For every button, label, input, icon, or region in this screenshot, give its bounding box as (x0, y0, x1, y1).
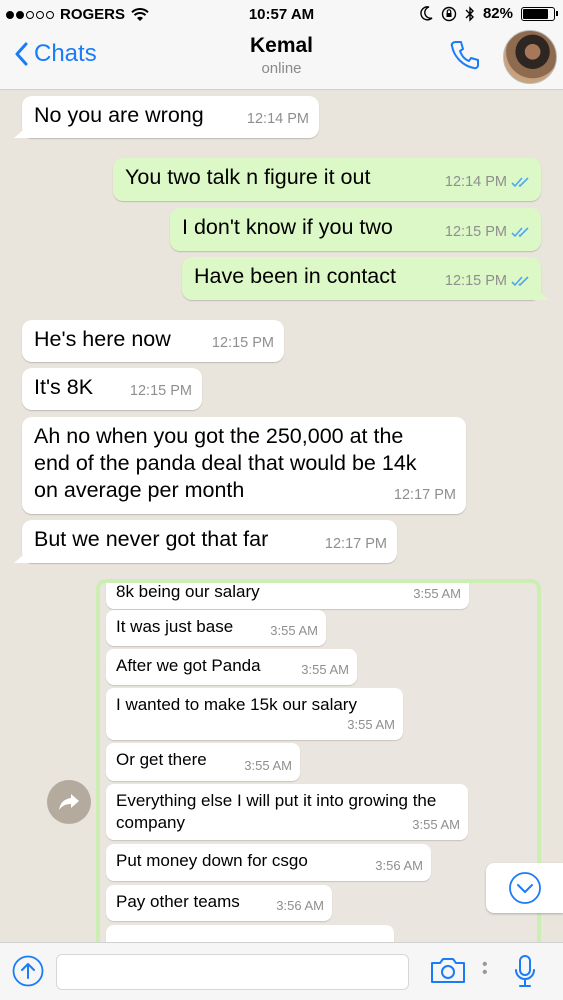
camera-icon[interactable] (430, 956, 466, 984)
image-message (106, 925, 394, 942)
battery-icon (521, 6, 558, 21)
battery-percent: 82% (482, 5, 513, 22)
message-incoming[interactable]: It's 8K 12:15 PM (22, 368, 202, 410)
image-message: I wanted to make 15k our salary 3:55 AM (106, 688, 403, 740)
read-ticks-icon (511, 227, 529, 238)
image-message-time: 3:55 AM (244, 758, 292, 773)
moon-icon (420, 6, 433, 21)
read-ticks-icon (511, 276, 529, 287)
shared-image[interactable]: 8k being our salary 3:55 AM It was just … (96, 579, 541, 942)
image-message-text: Or get there (116, 750, 207, 769)
orientation-lock-icon (441, 6, 457, 21)
image-message-text: Pay other teams (116, 892, 240, 911)
image-message-text: Put money down for csgo (116, 851, 308, 870)
message-time: 12:17 PM (324, 536, 387, 552)
image-message-time: 3:55 AM (347, 717, 395, 732)
image-message-text: Everything else I will put it into growi… (116, 791, 437, 832)
image-message: Or get there 3:55 AM (106, 743, 300, 781)
read-ticks-icon (511, 177, 529, 188)
status-bar: ROGERS 10:57 AM 82% (0, 0, 563, 30)
battery-level (523, 8, 548, 19)
image-message-time: 3:56 AM (276, 898, 324, 913)
image-message-text: It was just base (116, 617, 234, 636)
image-message-time: 3:55 AM (412, 817, 460, 832)
scroll-to-bottom-button[interactable] (486, 863, 563, 913)
image-message-text: After we got Panda (116, 656, 261, 675)
message-incoming[interactable]: Ah no when you got the 250,000 at the en… (22, 417, 466, 514)
image-message-time: 3:55 AM (301, 662, 349, 677)
forward-icon (59, 794, 79, 810)
message-time: 12:15 PM (129, 383, 192, 399)
message-incoming[interactable]: But we never got that far 12:17 PM (22, 520, 397, 563)
message-text: Ah no when you got the 250,000 at the en… (34, 424, 417, 502)
message-time: 12:15 PM (444, 273, 507, 289)
message-time: 12:14 PM (246, 111, 309, 127)
image-message: It was just base 3:55 AM (106, 610, 326, 646)
message-list[interactable]: No you are wrong 12:14 PM You two talk n… (0, 90, 563, 942)
avatar[interactable] (503, 30, 557, 84)
message-meta: 12:15 PM (445, 219, 531, 246)
bluetooth-icon (465, 5, 474, 22)
image-message-text: I wanted to make 15k our salary (116, 695, 357, 714)
message-time: 12:14 PM (444, 174, 507, 190)
message-meta: 12:14 PM (445, 169, 531, 196)
image-message: After we got Panda 3:55 AM (106, 649, 357, 685)
forward-button[interactable] (47, 780, 91, 824)
image-message-time: 3:55 AM (413, 586, 461, 601)
message-incoming[interactable]: No you are wrong 12:14 PM (22, 96, 319, 138)
image-message: Put money down for csgo 3:56 AM (106, 844, 431, 881)
image-message: Everything else I will put it into growi… (106, 784, 468, 840)
image-message-time: 3:55 AM (270, 623, 318, 638)
chevron-down-icon (508, 872, 541, 904)
phone-icon[interactable] (448, 38, 482, 72)
image-message: 8k being our salary 3:55 AM (106, 582, 469, 609)
message-time: 12:17 PM (393, 487, 456, 503)
image-message-time: 3:56 AM (375, 858, 423, 873)
message-time: 12:15 PM (211, 335, 274, 351)
chat-header: Chats Kemal online (0, 30, 563, 90)
message-meta: 12:15 PM (445, 268, 531, 295)
image-message-text: 8k being our salary (116, 582, 260, 601)
upload-icon[interactable] (12, 955, 44, 987)
status-right: 82% (420, 5, 558, 22)
message-incoming[interactable]: He's here now 12:15 PM (22, 320, 284, 362)
message-time: 12:15 PM (444, 224, 507, 240)
message-outgoing[interactable]: Have been in contact 12:15 PM (182, 257, 541, 300)
image-message: Pay other teams 3:56 AM (106, 885, 332, 921)
microphone-icon[interactable] (514, 954, 536, 990)
composer-bar: • • (0, 942, 563, 1000)
message-outgoing[interactable]: I don't know if you two 12:15 PM (170, 208, 541, 251)
message-outgoing[interactable]: You two talk n figure it out 12:14 PM (113, 158, 541, 201)
more-options-icon[interactable]: • • (482, 957, 488, 981)
message-input[interactable] (56, 954, 409, 990)
